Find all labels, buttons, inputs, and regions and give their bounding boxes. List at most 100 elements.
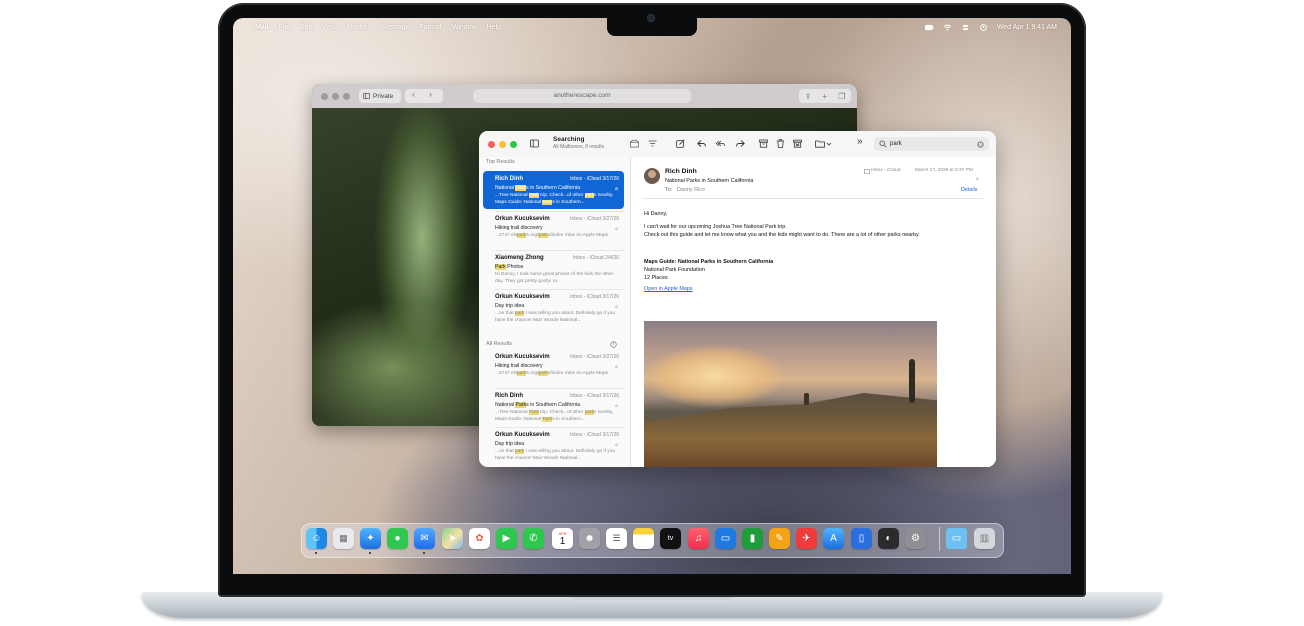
tab-overview-icon[interactable]: ❐ xyxy=(838,92,845,101)
message-snippet: ...Tree National Park trip. Check...of o… xyxy=(495,410,614,422)
attachment-icon: ⌀ xyxy=(614,186,618,192)
battery-icon[interactable] xyxy=(924,24,934,31)
list-item[interactable]: Orkun Kucuksevim Inbox - iCloud 3/27/26 … xyxy=(483,349,624,387)
zoom-button[interactable] xyxy=(510,141,517,148)
safari-zoom-button[interactable] xyxy=(343,93,350,100)
reply-icon[interactable] xyxy=(697,139,706,148)
menu-app-name[interactable]: Mail xyxy=(255,24,269,31)
private-tab-button[interactable]: Private xyxy=(359,89,401,103)
music-icon[interactable]: ♫ xyxy=(688,528,709,549)
junk-icon[interactable] xyxy=(793,139,802,148)
menu-format[interactable]: Format xyxy=(420,24,442,31)
person-silhouette xyxy=(909,359,915,403)
mail-icon[interactable]: ✉ xyxy=(414,528,435,549)
pages-icon[interactable]: ✎ xyxy=(769,528,790,549)
safari-close-button[interactable] xyxy=(321,93,328,100)
avatar xyxy=(644,168,660,184)
message-list[interactable]: Top Results Rich Dinh Inbox - iCloud 3/1… xyxy=(479,157,631,467)
minimize-button[interactable] xyxy=(499,141,506,148)
finder-icon[interactable]: ☺ xyxy=(306,528,327,549)
message-sender: Xiaomeng Zhong xyxy=(495,255,544,261)
facetime-icon[interactable]: ▶ xyxy=(496,528,517,549)
message-meta: Inbox - iCloud 2/4/26 xyxy=(572,255,619,261)
open-in-maps-link[interactable]: Open in Apple Maps xyxy=(644,286,693,292)
list-item[interactable]: Rich Dinh Inbox - iCloud 3/17/26 Nationa… xyxy=(483,171,624,209)
simulator-icon[interactable]: ▯ xyxy=(851,528,872,549)
menu-help[interactable]: Help xyxy=(487,24,501,31)
menu-message[interactable]: Message xyxy=(381,24,409,31)
menu-mailbox[interactable]: Mailbox xyxy=(347,24,371,31)
maps-icon[interactable]: ➤ xyxy=(442,528,463,549)
menu-window[interactable]: Window xyxy=(452,24,477,31)
list-item[interactable]: Orkun Kucuksevim Inbox - iCloud 3/17/26 … xyxy=(483,427,624,465)
screen-time-icon[interactable]: ◐ xyxy=(878,528,899,549)
trash-icon[interactable]: ▥ xyxy=(974,528,995,549)
reminders-icon[interactable]: ☰ xyxy=(606,528,627,549)
calendar-icon[interactable]: APR 1 xyxy=(552,528,573,549)
reply-all-icon[interactable] xyxy=(716,139,725,148)
user-switch-icon[interactable] xyxy=(979,24,988,31)
archive-icon[interactable] xyxy=(759,139,768,148)
launchpad-icon[interactable]: ▦ xyxy=(333,528,354,549)
forward-arrow-icon[interactable]: › xyxy=(429,89,432,99)
sidebar-toggle-icon[interactable] xyxy=(530,139,539,148)
greeting: Hi Danny, xyxy=(644,211,668,217)
phone-icon[interactable]: ✆ xyxy=(523,528,544,549)
sort-icon[interactable] xyxy=(610,341,617,348)
search-subtitle: All Mailboxes, 8 results xyxy=(553,144,605,150)
back-arrow-icon[interactable]: ‹ xyxy=(412,89,415,99)
share-icon[interactable]: ⇪ xyxy=(805,92,812,101)
message-sender: Rich Dinh xyxy=(495,176,523,182)
to-label: To: xyxy=(665,187,673,193)
notes-icon[interactable] xyxy=(633,528,654,549)
safari-icon[interactable]: ✦ xyxy=(360,528,381,549)
filter-icon[interactable] xyxy=(648,139,657,148)
testflight-icon[interactable]: ✈ xyxy=(796,528,817,549)
keynote-icon[interactable]: ▭ xyxy=(715,528,736,549)
search-icon xyxy=(879,140,887,148)
compose-icon[interactable] xyxy=(676,139,685,148)
message-sender: Orkun Kucuksevim xyxy=(495,432,550,438)
body-line-1: I can't wait for our upcoming Joshua Tre… xyxy=(644,224,787,230)
message-snippet: ...Tree National Park trip. Check...of o… xyxy=(495,193,614,205)
messages-icon[interactable]: ● xyxy=(387,528,408,549)
numbers-icon[interactable]: ▮ xyxy=(742,528,763,549)
list-item[interactable]: Xiaomeng Zhong Inbox - iCloud 2/4/26 Par… xyxy=(483,250,624,288)
menu-file[interactable]: File xyxy=(279,24,290,31)
details-link[interactable]: Details xyxy=(961,187,977,193)
app-store-icon[interactable]: A xyxy=(823,528,844,549)
clear-search-icon[interactable] xyxy=(977,140,984,148)
downloads-folder-icon[interactable]: ▭ xyxy=(946,528,967,549)
menu-edit[interactable]: Edit xyxy=(300,24,312,31)
photos-icon[interactable]: ✿ xyxy=(469,528,490,549)
search-field[interactable]: park xyxy=(874,137,989,151)
search-input-value[interactable]: park xyxy=(890,141,902,147)
list-item[interactable]: Orkun Kucuksevim Inbox - iCloud 3/17/26 … xyxy=(483,289,624,327)
menu-view[interactable]: View xyxy=(322,24,337,31)
sunset-photo xyxy=(644,321,937,467)
system-settings-icon[interactable]: ⚙ xyxy=(905,528,926,549)
apple-tv-icon[interactable]: tv xyxy=(660,528,681,549)
mailbox-filter-icon[interactable] xyxy=(630,139,639,148)
more-tools-icon[interactable]: » xyxy=(857,136,863,147)
message-sender: Rich Dinh xyxy=(495,393,523,399)
close-button[interactable] xyxy=(488,141,495,148)
menu-clock[interactable]: Wed Apr 1 9:41 AM xyxy=(997,24,1057,31)
mail-window[interactable]: Searching All Mailboxes, 8 results » par… xyxy=(479,131,996,467)
control-center-icon[interactable] xyxy=(961,24,970,31)
forward-icon[interactable] xyxy=(736,139,745,148)
message-snippet: ...2747 elsparks.org/parks/hiden View on… xyxy=(495,371,609,376)
wifi-icon[interactable] xyxy=(943,24,952,31)
trash-icon[interactable] xyxy=(776,139,785,148)
new-tab-icon[interactable]: + xyxy=(822,92,827,101)
list-item[interactable]: Rich Dinh Inbox - iCloud 3/17/26 Nationa… xyxy=(483,388,624,426)
move-to-folder-icon[interactable] xyxy=(815,139,833,148)
guide-title: Maps Guide: National Parks in Southern C… xyxy=(644,259,774,265)
message-viewer[interactable]: Rich Dinh National Parks in Southern Cal… xyxy=(631,157,996,467)
coastal-cliff xyxy=(644,393,937,467)
contacts-icon[interactable]: ☻ xyxy=(579,528,600,549)
safari-minimize-button[interactable] xyxy=(332,93,339,100)
address-bar[interactable]: anotherescape.com xyxy=(473,89,691,103)
all-results-heading: All Results xyxy=(486,341,512,347)
list-item[interactable]: Orkun Kucuksevim Inbox - iCloud 3/27/26 … xyxy=(483,211,624,249)
